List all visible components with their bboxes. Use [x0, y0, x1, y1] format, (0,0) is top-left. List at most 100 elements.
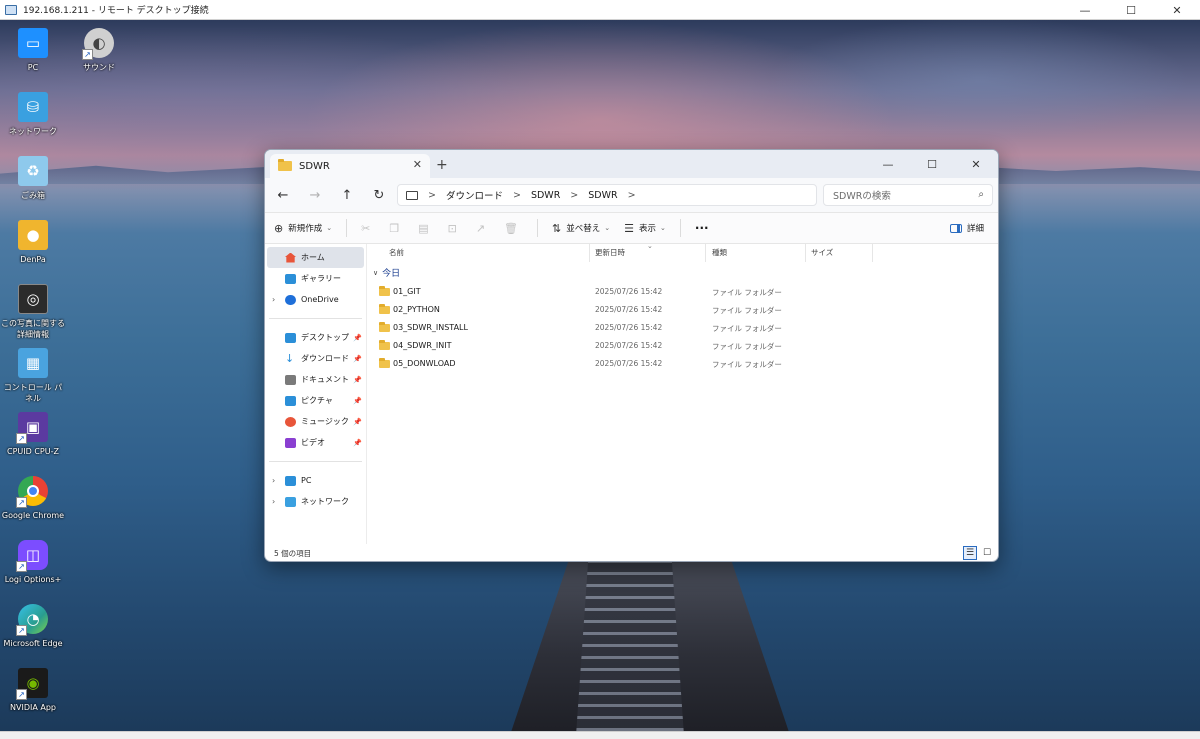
sidebar-item-gallery[interactable]: ギャラリー — [265, 268, 366, 289]
details-pane-button[interactable]: 詳細 — [949, 222, 984, 234]
sort-button-label: 並べ替え — [566, 224, 601, 234]
desktop-icon-chrome[interactable]: ↗ Google Chrome — [1, 476, 65, 521]
sidebar-item-home[interactable]: ホーム — [267, 247, 364, 268]
desktop-icon-denpa[interactable]: ● DenPa — [1, 220, 65, 265]
breadcrumb-separator: > — [428, 189, 436, 201]
desktop-icon-network[interactable]: ⛁ ネットワーク — [1, 92, 65, 137]
desktop-icon-recycle-bin[interactable]: ♻ ごみ箱 — [1, 156, 65, 201]
sidebar-item-downloads[interactable]: ↓ ダウンロード 📌 — [265, 348, 366, 369]
search-input[interactable]: SDWRの検索 ⌕ — [823, 184, 993, 206]
column-divider[interactable] — [805, 244, 806, 262]
tab-sdwr[interactable]: SDWR ✕ — [270, 154, 430, 178]
column-headers: 名前 更新日時 ⌄ 種類 サイズ — [367, 242, 998, 262]
desktop-icon-photo-info[interactable]: ◎ この写真に関する詳細情報 — [1, 284, 65, 340]
file-type: ファイル フォルダー — [712, 288, 782, 297]
new-button[interactable]: ⊕ 新規作成 ⌄ — [274, 222, 332, 235]
share-button[interactable]: ↗ — [476, 222, 490, 235]
desktop-icon-label: Google Chrome — [1, 511, 65, 520]
chevron-right-icon[interactable]: › — [272, 497, 275, 506]
shortcut-arrow-icon: ↗ — [82, 49, 93, 60]
desktop-icon-nvidia-app[interactable]: ◉ ↗ NVIDIA App — [1, 668, 65, 713]
group-header-today[interactable]: ∨ 今日 — [373, 266, 400, 280]
desktop-icon-label: PC — [27, 63, 39, 72]
rdp-close-button[interactable]: ✕ — [1154, 0, 1200, 20]
sidebar-item-desktop[interactable]: デスクトップ 📌 — [265, 327, 366, 348]
column-divider[interactable] — [589, 244, 590, 262]
view-list-icon: ☰ — [624, 221, 634, 235]
file-row[interactable]: 04_SDWR_INIT 2025/07/26 15:42 ファイル フォルダー — [367, 337, 997, 355]
address-bar[interactable]: > ダウンロード > SDWR > SDWR > — [397, 184, 817, 206]
chevron-right-icon[interactable]: › — [272, 295, 275, 304]
desktop-icon-label: NVIDIA App — [10, 703, 56, 712]
sidebar-item-documents[interactable]: ドキュメント 📌 — [265, 369, 366, 390]
rdp-minimize-button[interactable]: — — [1062, 0, 1108, 20]
up-button[interactable]: ↑ — [331, 188, 363, 203]
sidebar-label: ホーム — [301, 253, 325, 262]
tiles-view-button[interactable]: ☐ — [980, 546, 994, 560]
chevron-down-icon: ∨ — [373, 268, 379, 277]
delete-button[interactable]: 🗑 — [504, 222, 523, 235]
desktop-icon-logi-options[interactable]: ◫ ↗ Logi Options+ — [1, 540, 65, 585]
sort-button[interactable]: ⇅ 並べ替え ⌄ — [552, 222, 610, 235]
sidebar-label: ビデオ — [301, 438, 325, 447]
new-tab-button[interactable]: + — [436, 157, 448, 173]
cut-button[interactable]: ✂ — [361, 222, 375, 235]
this-pc-icon — [406, 190, 418, 200]
forward-button[interactable]: → — [299, 188, 331, 203]
file-date: 2025/07/26 15:42 — [595, 359, 663, 368]
breadcrumb-downloads[interactable]: ダウンロード — [446, 188, 503, 202]
document-icon — [285, 374, 296, 385]
sidebar-item-network[interactable]: › ネットワーク — [265, 491, 366, 512]
chevron-down-icon: ⌄ — [326, 224, 333, 232]
sidebar-item-onedrive[interactable]: › OneDrive — [265, 289, 366, 310]
breadcrumb-sdwr[interactable]: SDWR — [531, 190, 560, 201]
column-header-name[interactable]: 名前 — [389, 247, 404, 258]
sidebar-item-pictures[interactable]: ピクチャ 📌 — [265, 390, 366, 411]
file-name: 04_SDWR_INIT — [393, 341, 452, 350]
more-options-button[interactable]: ··· — [695, 221, 709, 235]
minimize-button[interactable]: — — [866, 150, 910, 178]
column-header-date[interactable]: 更新日時 — [595, 247, 625, 258]
column-divider[interactable] — [872, 244, 873, 262]
back-button[interactable]: ← — [267, 188, 299, 203]
desktop-icon-control-panel[interactable]: ▦ コントロール パネル — [1, 348, 65, 404]
rename-button[interactable]: ⊡ — [448, 222, 462, 235]
plus-circle-icon: ⊕ — [274, 221, 284, 235]
chevron-right-icon[interactable]: › — [272, 476, 275, 485]
pc-icon: ▭ — [18, 28, 48, 58]
desktop-icon-sound[interactable]: ◐ ↗ サウンド — [67, 28, 131, 73]
copy-button[interactable]: ❐ — [389, 222, 404, 235]
sidebar-item-pc[interactable]: › PC — [265, 470, 366, 491]
tab-close-button[interactable]: ✕ — [413, 158, 422, 171]
file-row[interactable]: 05_DONWLOAD 2025/07/26 15:42 ファイル フォルダー — [367, 355, 997, 373]
desktop-icon-pc[interactable]: ▭ PC — [1, 28, 65, 73]
refresh-button[interactable]: ↻ — [363, 188, 395, 203]
view-button[interactable]: ☰ 表示 ⌄ — [624, 222, 666, 235]
sound-icon: ◐ ↗ — [82, 28, 114, 60]
file-name: 05_DONWLOAD — [393, 359, 456, 368]
file-row[interactable]: 02_PYTHON 2025/07/26 15:42 ファイル フォルダー — [367, 301, 997, 319]
column-header-size[interactable]: サイズ — [811, 247, 833, 258]
desktop-icon-label: この写真に関する詳細情報 — [1, 319, 65, 339]
paste-button[interactable]: ▤ — [418, 222, 433, 235]
pictures-icon — [285, 395, 296, 406]
close-button[interactable]: ✕ — [954, 150, 998, 178]
sidebar-label: OneDrive — [301, 295, 339, 304]
sidebar-item-music[interactable]: ミュージック 📌 — [265, 411, 366, 432]
folder-icon — [278, 159, 292, 171]
file-row[interactable]: 01_GIT 2025/07/26 15:42 ファイル フォルダー — [367, 283, 997, 301]
details-view-button[interactable]: ☰ — [963, 546, 977, 560]
maximize-button[interactable]: ☐ — [910, 150, 954, 178]
toolbar-divider — [537, 219, 539, 237]
rdp-maximize-button[interactable]: ☐ — [1108, 0, 1154, 20]
network-icon — [285, 496, 296, 507]
column-divider[interactable] — [705, 244, 706, 262]
breadcrumb-sdwr-current[interactable]: SDWR — [588, 190, 617, 201]
sidebar-item-videos[interactable]: ビデオ 📌 — [265, 432, 366, 453]
column-header-type[interactable]: 種類 — [712, 247, 727, 258]
file-explorer-window: SDWR ✕ + — ☐ ✕ ← → ↑ ↻ > ダウンロード > SDWR >… — [264, 149, 999, 562]
desktop-icon-cpuz[interactable]: ▣ ↗ CPUID CPU-Z — [1, 412, 65, 457]
file-row[interactable]: 03_SDWR_INSTALL 2025/07/26 15:42 ファイル フォ… — [367, 319, 997, 337]
search-icon: ⌕ — [978, 189, 984, 200]
desktop-icon-edge[interactable]: ◔ ↗ Microsoft Edge — [1, 604, 65, 649]
